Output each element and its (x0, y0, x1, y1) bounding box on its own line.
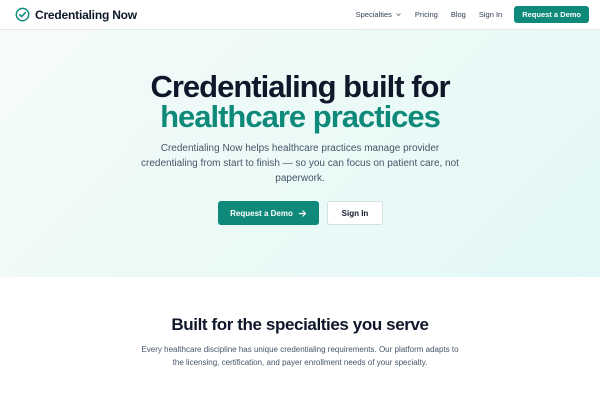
nav-request-demo-button[interactable]: Request a Demo (514, 6, 589, 23)
brand-name: Credentialing Now (35, 7, 137, 22)
nav-link-specialties-label: Specialties (355, 10, 392, 19)
arrow-right-icon (298, 209, 306, 217)
specialties-title: Built for the specialties you serve (171, 315, 429, 334)
nav-link-specialties[interactable]: Specialties (356, 10, 402, 19)
hero-request-demo-button[interactable]: Request a Demo (218, 201, 319, 225)
hero-title: Credentialing built for healthcare pract… (0, 71, 600, 134)
hero-title-line2: healthcare practices (160, 99, 441, 134)
hero-sign-in-button[interactable]: Sign In (327, 201, 383, 225)
nav-link-blog[interactable]: Blog (451, 10, 466, 19)
top-navbar: Credentialing Now Specialties Pricing Bl… (0, 0, 600, 30)
check-circle-icon (15, 7, 30, 22)
specialties-section: Built for the specialties you serve Ever… (0, 277, 600, 400)
nav-link-pricing[interactable]: Pricing (415, 10, 438, 19)
hero-subtitle: Credentialing Now helps healthcare pract… (141, 143, 459, 184)
specialties-description: Every healthcare discipline has unique c… (141, 345, 459, 367)
brand[interactable]: Credentialing Now (15, 7, 137, 22)
nav-link-sign-in[interactable]: Sign In (479, 10, 502, 19)
chevron-down-icon (396, 13, 401, 16)
hero-request-demo-label: Request a Demo (230, 208, 293, 218)
hero-section: Credentialing built for healthcare pract… (0, 30, 600, 277)
nav-links: Specialties Pricing Blog Sign In Request… (356, 6, 589, 23)
